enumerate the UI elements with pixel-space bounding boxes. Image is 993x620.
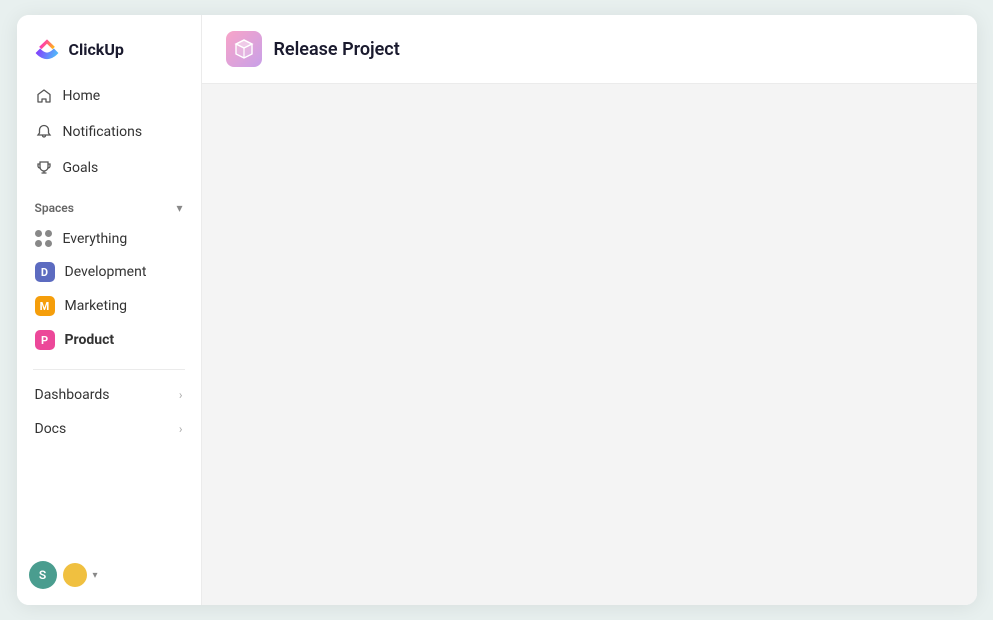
chevron-right-icon: ›: [179, 388, 183, 402]
main-header: Release Project: [202, 15, 977, 84]
everything-dots-icon: [35, 230, 53, 248]
dashboards-label: Dashboards: [35, 387, 110, 403]
home-label: Home: [63, 88, 101, 104]
marketing-label: Marketing: [65, 298, 128, 314]
everything-label: Everything: [63, 231, 128, 247]
spaces-section: Spaces ▾ Everything D Development: [17, 185, 201, 361]
sidebar-nav: Home Notifications: [17, 79, 201, 185]
logo-text: ClickUp: [69, 40, 124, 59]
sidebar-item-development[interactable]: D Development: [25, 255, 193, 289]
clickup-logo-icon: [33, 35, 61, 63]
sidebar-item-docs[interactable]: Docs ›: [25, 412, 193, 446]
chevron-down-icon-2: ▾: [93, 570, 98, 581]
sidebar-item-dashboards[interactable]: Dashboards ›: [25, 378, 193, 412]
spaces-title: Spaces: [35, 201, 74, 215]
sidebar: ClickUp Home Notifications: [17, 15, 202, 605]
docs-label: Docs: [35, 421, 67, 437]
user-profile[interactable]: S ▾: [17, 561, 201, 589]
sidebar-item-product[interactable]: P Product: [25, 323, 193, 357]
product-avatar: P: [35, 330, 55, 350]
goals-label: Goals: [63, 160, 99, 176]
logo[interactable]: ClickUp: [17, 15, 201, 79]
sidebar-item-marketing[interactable]: M Marketing: [25, 289, 193, 323]
product-label: Product: [65, 332, 115, 348]
status-indicator: [63, 563, 87, 587]
spaces-header[interactable]: Spaces ▾: [25, 197, 193, 223]
notifications-label: Notifications: [63, 124, 143, 140]
sidebar-sections: Dashboards › Docs ›: [17, 378, 201, 446]
development-label: Development: [65, 264, 147, 280]
sidebar-item-notifications[interactable]: Notifications: [25, 115, 193, 149]
avatar: S: [29, 561, 57, 589]
sidebar-item-everything[interactable]: Everything: [25, 223, 193, 255]
project-title: Release Project: [274, 39, 400, 60]
chevron-down-icon: ▾: [176, 201, 182, 215]
trophy-icon: [35, 159, 53, 177]
marketing-avatar: M: [35, 296, 55, 316]
project-icon: [226, 31, 262, 67]
sidebar-item-goals[interactable]: Goals: [25, 151, 193, 185]
main-content: Release Project: [202, 15, 977, 605]
main-body: [202, 84, 977, 605]
chevron-right-icon-2: ›: [179, 422, 183, 436]
development-avatar: D: [35, 262, 55, 282]
sidebar-item-home[interactable]: Home: [25, 79, 193, 113]
home-icon: [35, 87, 53, 105]
bell-icon: [35, 123, 53, 141]
divider: [33, 369, 185, 370]
